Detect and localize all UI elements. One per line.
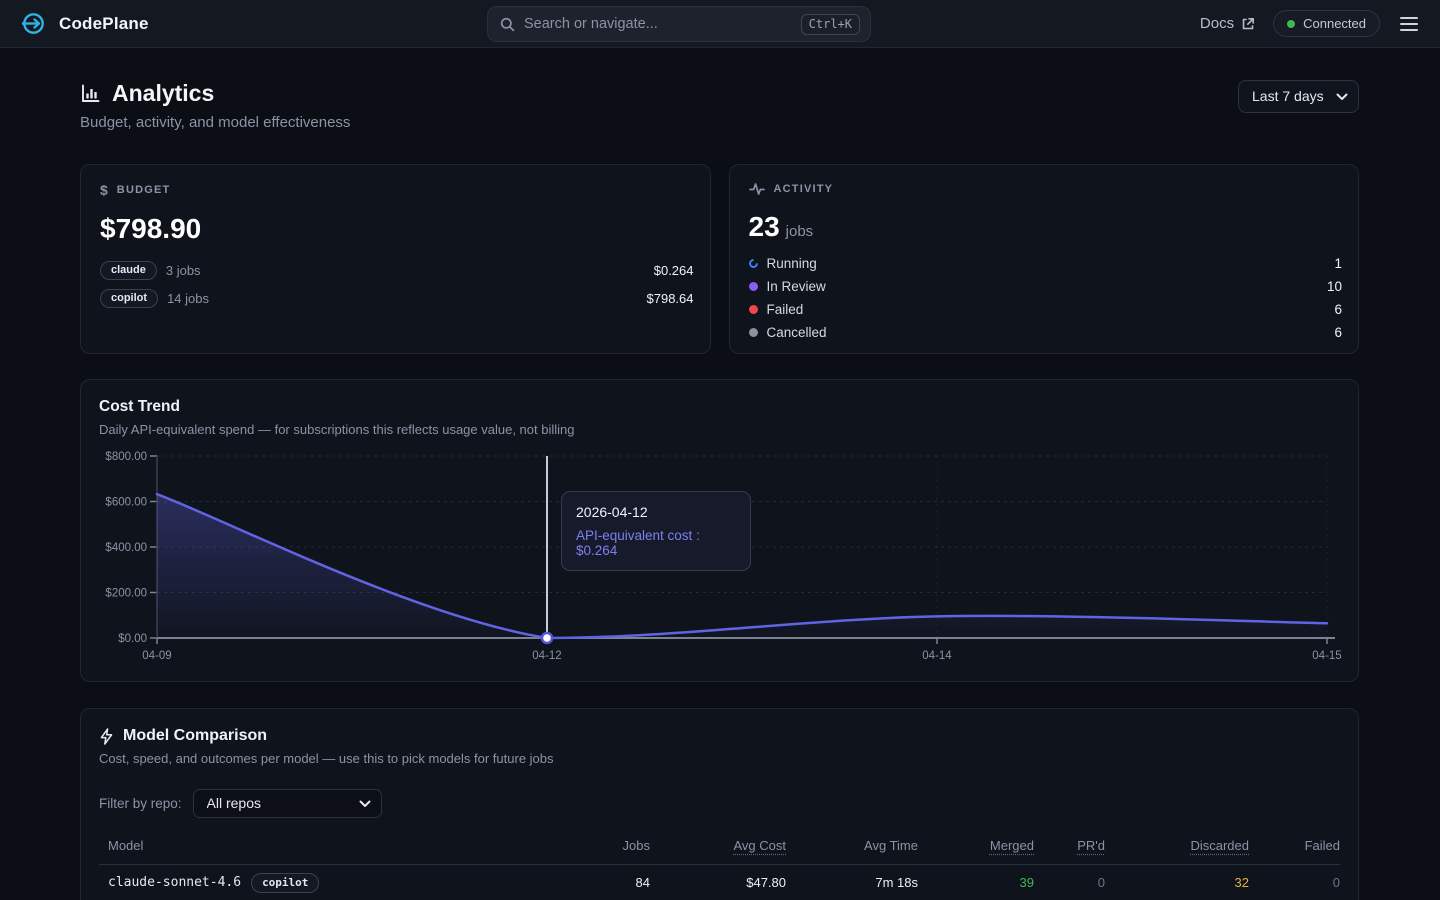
status-label: In Review [767,279,826,294]
cost-trend-title: Cost Trend [99,398,1340,416]
budget-row-copilot: copilot 14 jobs $798.64 [100,289,694,308]
status-label: Running [767,256,817,271]
svg-text:$600.00: $600.00 [105,497,147,509]
connection-status-badge: Connected [1273,10,1380,37]
activity-unit: jobs [786,223,814,240]
status-count: 10 [1327,279,1342,294]
status-count: 6 [1334,325,1342,340]
svg-text:$0.00: $0.00 [118,633,147,645]
page-subtitle: Budget, activity, and model effectivenes… [80,114,350,131]
col-avg-cost: Avg Cost [650,838,786,853]
budget-total: $798.90 [100,213,694,245]
jobs-count: 3 jobs [166,263,201,278]
status-row-cancelled: Cancelled 6 [749,325,1343,340]
svg-text:04-12: 04-12 [532,650,561,662]
col-model: Model [99,838,560,853]
budget-card-label: BUDGET [117,184,171,196]
status-label: Failed [767,302,804,317]
menu-icon[interactable] [1398,13,1420,35]
svg-text:$400.00: $400.00 [105,542,147,554]
search-input[interactable] [524,16,792,32]
brand-name: CodePlane [59,14,149,34]
col-jobs: Jobs [560,838,650,853]
col-failed: Failed [1249,838,1340,853]
cost-trend-chart: $800.00 $600.00 $400.00 $200.00 $0.00 04-09 04… [99,449,1343,667]
status-row-running: Running 1 [749,256,1343,271]
docs-link[interactable]: Docs [1200,15,1255,32]
connected-dot-icon [1287,20,1295,28]
activity-total: 23 [749,211,780,242]
table-header-row: Model Jobs Avg Cost Avg Time Merged PR'd… [99,832,1340,865]
cancelled-dot-icon [749,328,758,337]
docs-link-label: Docs [1200,15,1234,32]
connection-status-label: Connected [1303,16,1366,31]
top-navbar: CodePlane Ctrl+K Docs Connected [0,0,1440,48]
repo-filter-wrap: All repos [193,789,382,818]
date-range-select[interactable]: Last 7 days [1238,80,1359,113]
amount: $0.264 [654,263,694,278]
analytics-chart-icon [80,83,101,104]
model-name: claude-sonnet-4.6 [108,875,241,890]
page-title: Analytics [112,80,214,107]
in-review-dot-icon [749,282,758,291]
status-count: 1 [1334,256,1342,271]
col-avg-time: Avg Time [786,838,918,853]
table-row[interactable]: claude-sonnet-4.6 copilot 84 $47.80 7m 1… [99,865,1340,900]
col-merged: Merged [918,838,1034,853]
amount: $798.64 [647,291,694,306]
cell-discarded: 32 [1105,875,1249,890]
status-row-failed: Failed 6 [749,302,1343,317]
svg-text:04-14: 04-14 [922,650,952,662]
status-label: Cancelled [767,325,827,340]
provider-badge: claude [100,261,157,280]
repo-filter-label: Filter by repo: [99,796,182,811]
activity-card: ACTIVITY 23 jobs Running 1 In Review 10 [729,164,1360,354]
cell-jobs: 84 [560,875,650,890]
svg-text:$200.00: $200.00 [105,588,147,600]
model-comparison-subtitle: Cost, speed, and outcomes per model — us… [99,751,1340,766]
budget-row-claude: claude 3 jobs $0.264 [100,261,694,280]
cell-avg-time: 7m 18s [786,875,918,890]
model-comparison-table: Model Jobs Avg Cost Avg Time Merged PR'd… [99,832,1340,900]
model-comparison-title: Model Comparison [123,727,267,745]
repo-filter-select[interactable]: All repos [193,789,382,818]
activity-pulse-icon [749,182,765,196]
status-count: 6 [1334,302,1342,317]
activity-card-label: ACTIVITY [774,183,834,195]
cost-trend-subtitle: Daily API-equivalent spend — for subscri… [99,422,1340,437]
cell-merged: 39 [918,875,1034,890]
codeplane-logo-icon [20,10,47,37]
provider-badge: copilot [100,289,158,308]
svg-text:04-09: 04-09 [142,650,171,662]
failed-dot-icon [749,305,758,314]
svg-text:04-15: 04-15 [1312,650,1341,662]
cell-prd: 0 [1034,875,1105,890]
jobs-count: 14 jobs [167,291,209,306]
cell-failed: 0 [1249,875,1340,890]
cell-avg-cost: $47.80 [650,875,786,890]
global-search[interactable]: Ctrl+K [487,6,871,42]
dollar-icon: $ [100,182,108,198]
cost-trend-card: Cost Trend Daily API-equivalent spend — … [80,379,1359,682]
running-spinner-icon [747,257,760,270]
search-shortcut-kbd: Ctrl+K [801,14,860,35]
status-row-in-review: In Review 10 [749,279,1343,294]
search-icon [500,17,515,32]
col-discarded: Discarded [1105,838,1249,853]
cost-trend-chart-area[interactable]: $800.00 $600.00 $400.00 $200.00 $0.00 04-09 04… [99,449,1340,667]
col-prd: PR'd [1034,838,1105,853]
provider-badge: copilot [251,873,319,893]
bolt-icon [99,728,114,745]
budget-card: $ BUDGET $798.90 claude 3 jobs $0.264 co… [80,164,711,354]
date-range-select-wrap: Last 7 days [1238,80,1359,113]
model-comparison-card: Model Comparison Cost, speed, and outcom… [80,708,1359,900]
svg-text:$800.00: $800.00 [105,451,147,463]
external-link-icon [1241,17,1255,31]
